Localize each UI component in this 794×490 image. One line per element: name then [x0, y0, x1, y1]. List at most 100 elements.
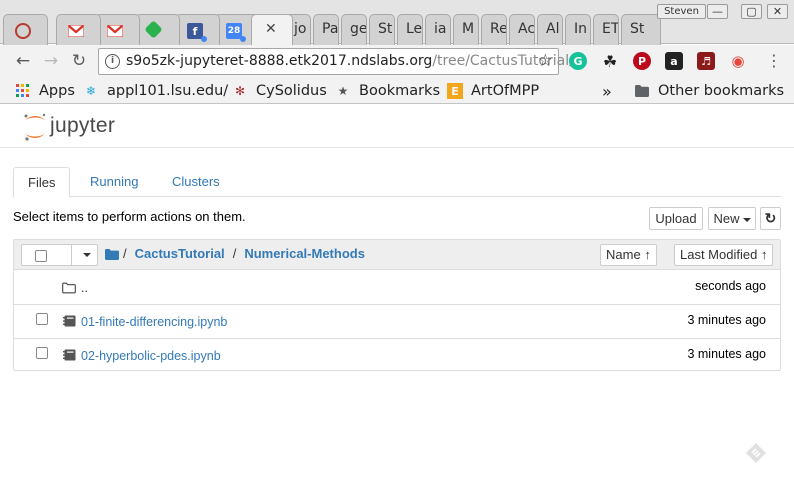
audio-extension-icon[interactable]: ♬ — [697, 52, 715, 70]
file-modified-time: 3 minutes ago — [687, 347, 766, 361]
extension-badge-icon[interactable]: ◉ — [729, 52, 747, 70]
tab-title: Re — [490, 21, 507, 37]
select-all-checkbox[interactable] — [35, 250, 47, 262]
bookmark-bookmarks[interactable]: ★ Bookmarks — [335, 81, 440, 101]
select-all-control[interactable] — [21, 244, 98, 266]
gnome-extension-icon[interactable]: ☘ — [601, 52, 619, 71]
tab-title: Ac — [518, 21, 535, 37]
browser-tab[interactable]: In — [565, 14, 591, 45]
tab-title: ge — [350, 21, 367, 37]
bookmark-appl101[interactable]: ❄ appl101.lsu.edu/ — [83, 81, 228, 101]
bookmark-artofmpp[interactable]: E ArtOfMPP — [447, 81, 539, 101]
close-icon[interactable]: ✕ — [265, 21, 277, 37]
browser-tab[interactable] — [95, 14, 140, 45]
maximize-button[interactable]: ▢ — [741, 4, 762, 19]
lsu-icon — [15, 23, 31, 39]
browser-tab[interactable]: Ac — [509, 14, 535, 45]
new-dropdown-button[interactable]: New — [708, 207, 756, 230]
file-name-link[interactable]: 01-finite-differencing.ipynb — [81, 315, 227, 329]
grammarly-icon[interactable]: G — [569, 52, 587, 70]
row-checkbox[interactable] — [36, 313, 48, 325]
sort-modified-label: Last Modified — [680, 247, 758, 262]
sort-name-button[interactable]: Name ↑ — [600, 244, 657, 266]
profile-button[interactable]: Steven — [657, 4, 706, 19]
tab-clusters[interactable]: Clusters — [158, 167, 234, 197]
notebook-icon — [63, 315, 76, 327]
reload-button[interactable]: ↻ — [69, 51, 89, 71]
tab-title: Le — [406, 21, 423, 37]
apps-icon — [15, 83, 31, 99]
notebook-icon — [63, 349, 76, 361]
maximize-icon: ▢ — [746, 5, 757, 18]
folder-outline-icon — [62, 282, 76, 294]
refresh-button[interactable]: ↻ — [760, 207, 781, 230]
close-window-icon: ✕ — [772, 5, 783, 18]
minimize-icon: — — [712, 5, 723, 18]
cysolidus-icon: ✻ — [234, 84, 246, 98]
breadcrumb-item[interactable]: CactusTutorial — [135, 246, 225, 261]
bookmark-apps[interactable]: Apps — [15, 81, 75, 101]
bookmark-label: ArtOfMPP — [471, 83, 540, 99]
tab-title: St — [378, 21, 393, 37]
forward-button[interactable]: → — [41, 51, 61, 71]
back-arrow-icon: ← — [15, 51, 31, 71]
other-bookmarks[interactable]: Other bookmarks — [634, 81, 784, 101]
upload-button[interactable]: Upload — [649, 207, 703, 230]
close-window-button[interactable]: ✕ — [767, 4, 788, 19]
browser-menu-icon[interactable]: ⋮ — [766, 51, 782, 71]
browser-tab[interactable]: Re — [481, 14, 507, 45]
tab-files[interactable]: Files — [13, 167, 71, 198]
browser-tab[interactable]: Le — [397, 14, 423, 45]
divider — [71, 245, 72, 265]
browser-tab[interactable]: St — [621, 14, 661, 45]
tab-title: ia — [434, 21, 447, 37]
folder-icon[interactable] — [105, 249, 119, 260]
tab-title: St — [630, 21, 645, 37]
bookmarks-overflow-button[interactable]: » — [602, 81, 612, 101]
browser-tab[interactable]: ia — [425, 14, 451, 45]
browser-tab[interactable]: ET — [593, 14, 619, 45]
select-dropdown-icon[interactable] — [83, 253, 91, 257]
notification-dot — [201, 36, 207, 42]
back-button[interactable]: ← — [13, 51, 33, 71]
chevron-down-icon — [742, 217, 751, 222]
list-item[interactable]: 02-hyperbolic-pdes.ipynb 3 minutes ago — [14, 339, 780, 373]
browser-tab[interactable] — [3, 14, 48, 45]
tab-title: Al — [546, 21, 560, 37]
lsu-bookmark-icon: ❄ — [85, 84, 97, 98]
bookmark-cysolidus[interactable]: ✻ CySolidus — [232, 81, 327, 101]
breadcrumb-item[interactable]: Numerical-Methods — [244, 246, 365, 261]
browser-tab[interactable]: Pa — [313, 14, 339, 45]
tab-running[interactable]: Running — [76, 167, 152, 197]
browser-tab[interactable]: ge — [341, 14, 367, 45]
file-name-link[interactable]: .. — [81, 281, 88, 295]
browser-tab[interactable]: M — [453, 14, 479, 45]
browser-tab[interactable]: Al — [537, 14, 563, 45]
forward-arrow-icon: → — [43, 51, 59, 71]
pinterest-icon[interactable]: P — [633, 52, 651, 70]
info-icon[interactable]: i — [105, 54, 120, 69]
minimize-button[interactable]: — — [707, 4, 728, 19]
browser-tab[interactable]: St — [369, 14, 395, 45]
bookmark-label: appl101.lsu.edu/ — [107, 83, 229, 99]
jupyter-logo-icon[interactable] — [22, 112, 48, 142]
notification-dot — [240, 36, 246, 42]
sort-modified-button[interactable]: Last Modified ↑ — [674, 244, 774, 266]
bookmark-label: CySolidus — [256, 83, 327, 99]
feedback-icon[interactable] — [745, 442, 767, 464]
tab-title: M — [462, 21, 475, 37]
bookmark-star-icon[interactable]: ☆ — [538, 51, 553, 71]
browser-tab[interactable] — [56, 14, 101, 45]
list-item[interactable]: .. seconds ago — [14, 271, 780, 305]
jupyter-brand[interactable]: jupyter — [50, 114, 115, 138]
browser-tab[interactable]: f — [175, 14, 220, 45]
list-item[interactable]: 01-finite-differencing.ipynb 3 minutes a… — [14, 305, 780, 339]
browser-tab[interactable]: ✕ — [251, 14, 293, 45]
browser-tab-strip: St ET In Al Ac Re Mia Le St ge Pa jo ✕ 28 f Steven — ▢… — [0, 0, 794, 45]
row-checkbox[interactable] — [36, 347, 48, 359]
bookmark-label: Other bookmarks — [658, 83, 785, 99]
browser-tab[interactable] — [135, 14, 180, 45]
address-bar[interactable]: i s9o5zk-jupyteret-8888.etk2017.ndslabs.… — [98, 48, 574, 75]
amazon-icon[interactable]: a — [665, 52, 683, 70]
file-name-link[interactable]: 02-hyperbolic-pdes.ipynb — [81, 349, 221, 363]
